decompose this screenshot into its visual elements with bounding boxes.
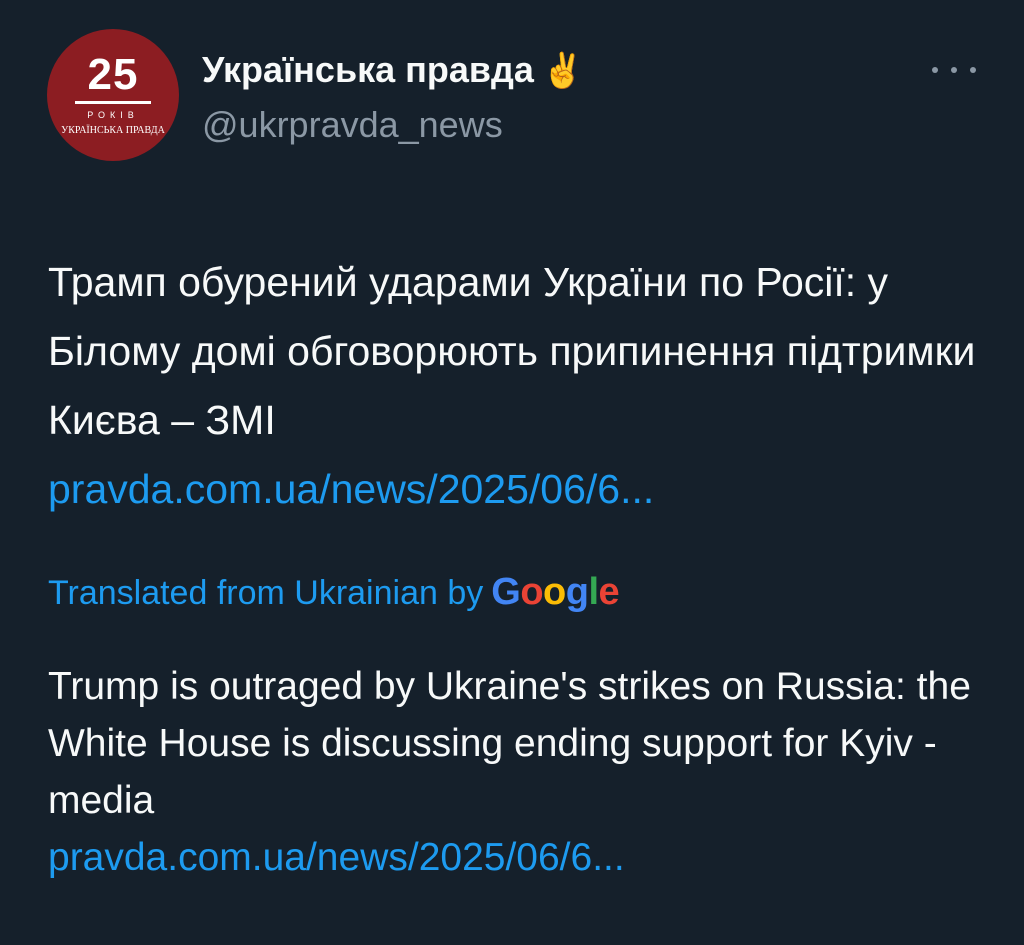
tweet-text: Трамп обурений ударами України по Росії:…	[48, 259, 976, 443]
translation-label: Translated from Ukrainian by	[48, 574, 484, 612]
author-display-name[interactable]: Українська правда ✌️	[202, 48, 584, 93]
author-name-text: Українська правда	[202, 49, 534, 90]
avatar-years: РОКІВ	[87, 110, 139, 120]
avatar[interactable]: 25 РОКІВ УКРАЇНСЬКА ПРАВДА	[47, 29, 179, 161]
tweet-link[interactable]: pravda.com.ua/news/2025/06/6...	[48, 455, 988, 524]
google-letter: e	[598, 571, 620, 613]
avatar-number: 25	[87, 50, 139, 99]
tweet: 25 РОКІВ УКРАЇНСЬКА ПРАВДА Українська пр…	[0, 0, 1024, 945]
google-letter: o	[520, 571, 544, 613]
more-options-button[interactable]	[932, 60, 976, 80]
victory-hand-emoji-icon: ✌️	[541, 52, 585, 90]
author-handle[interactable]: @ukrpravda_news	[202, 103, 503, 147]
avatar-brand: УКРАЇНСЬКА ПРАВДА	[61, 125, 165, 136]
translation-attribution[interactable]: Translated from Ukrainian by Google	[48, 568, 620, 617]
avatar-divider	[75, 101, 151, 104]
google-letter: G	[491, 571, 521, 613]
google-letter: l	[588, 571, 599, 613]
google-logo-icon: Google	[491, 571, 619, 613]
tweet-body: Трамп обурений ударами України по Росії:…	[48, 248, 988, 524]
more-dot-icon	[932, 67, 938, 73]
google-letter: o	[543, 571, 566, 613]
translated-link[interactable]: pravda.com.ua/news/2025/06/6...	[48, 829, 998, 886]
more-dot-icon	[951, 67, 957, 73]
more-dot-icon	[970, 67, 976, 73]
translated-body: Trump is outraged by Ukraine's strikes o…	[48, 658, 998, 886]
google-letter: g	[565, 571, 589, 613]
translated-text: Trump is outraged by Ukraine's strikes o…	[48, 665, 971, 822]
